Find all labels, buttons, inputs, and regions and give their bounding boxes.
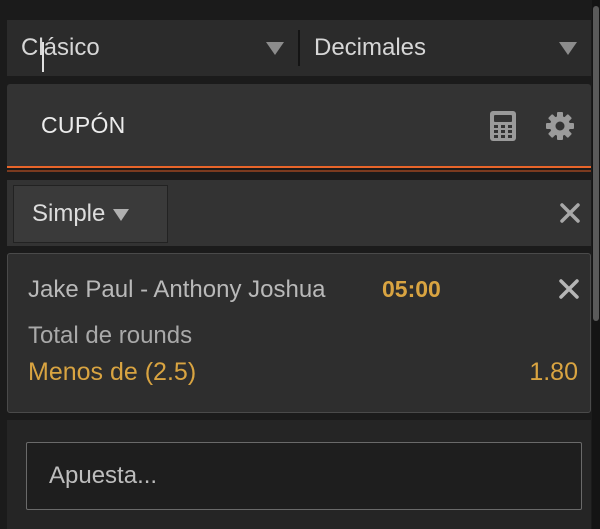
match-name: Jake Paul - Anthony Joshua	[28, 276, 326, 303]
coupon-header: CUPÓN	[7, 84, 591, 166]
market-name: Total de rounds	[28, 322, 193, 349]
gear-icon[interactable]	[545, 111, 575, 141]
chevron-down-icon	[559, 41, 577, 55]
scrollbar-track[interactable]	[592, 0, 600, 529]
odds-value: 1.80	[529, 358, 578, 386]
selection-name: Menos de (2.5)	[28, 358, 197, 386]
match-time: 05:00	[382, 276, 441, 302]
bet-type-label: Simple	[32, 200, 106, 227]
betslip-panel: Clásico Decimales CUPÓN Simple Jake Paul…	[0, 0, 600, 529]
stake-input[interactable]	[26, 442, 582, 510]
bet-type-row: Simple	[7, 180, 591, 246]
bet-card: Jake Paul - Anthony Joshua 05:00 Total d…	[7, 253, 591, 413]
scrollbar-thumb[interactable]	[593, 6, 599, 321]
coupon-accent-line	[7, 166, 591, 168]
close-icon[interactable]	[559, 202, 581, 224]
chevron-down-icon	[113, 209, 130, 221]
chevron-down-icon	[266, 41, 284, 55]
calculator-icon[interactable]	[489, 110, 517, 142]
coupon-accent-line-secondary	[7, 170, 591, 172]
format-select[interactable]: Clásico	[7, 20, 298, 76]
coupon-title: CUPÓN	[41, 112, 126, 138]
stake-section	[7, 420, 591, 529]
bet-type-dropdown[interactable]: Simple	[13, 185, 168, 243]
odds-format-select[interactable]: Decimales	[300, 20, 591, 76]
close-icon[interactable]	[558, 278, 580, 300]
selectors-bar: Clásico Decimales	[7, 20, 591, 76]
odds-format-select-label: Decimales	[314, 34, 427, 61]
format-select-label: Clásico	[21, 34, 100, 61]
text-caret	[42, 42, 44, 72]
